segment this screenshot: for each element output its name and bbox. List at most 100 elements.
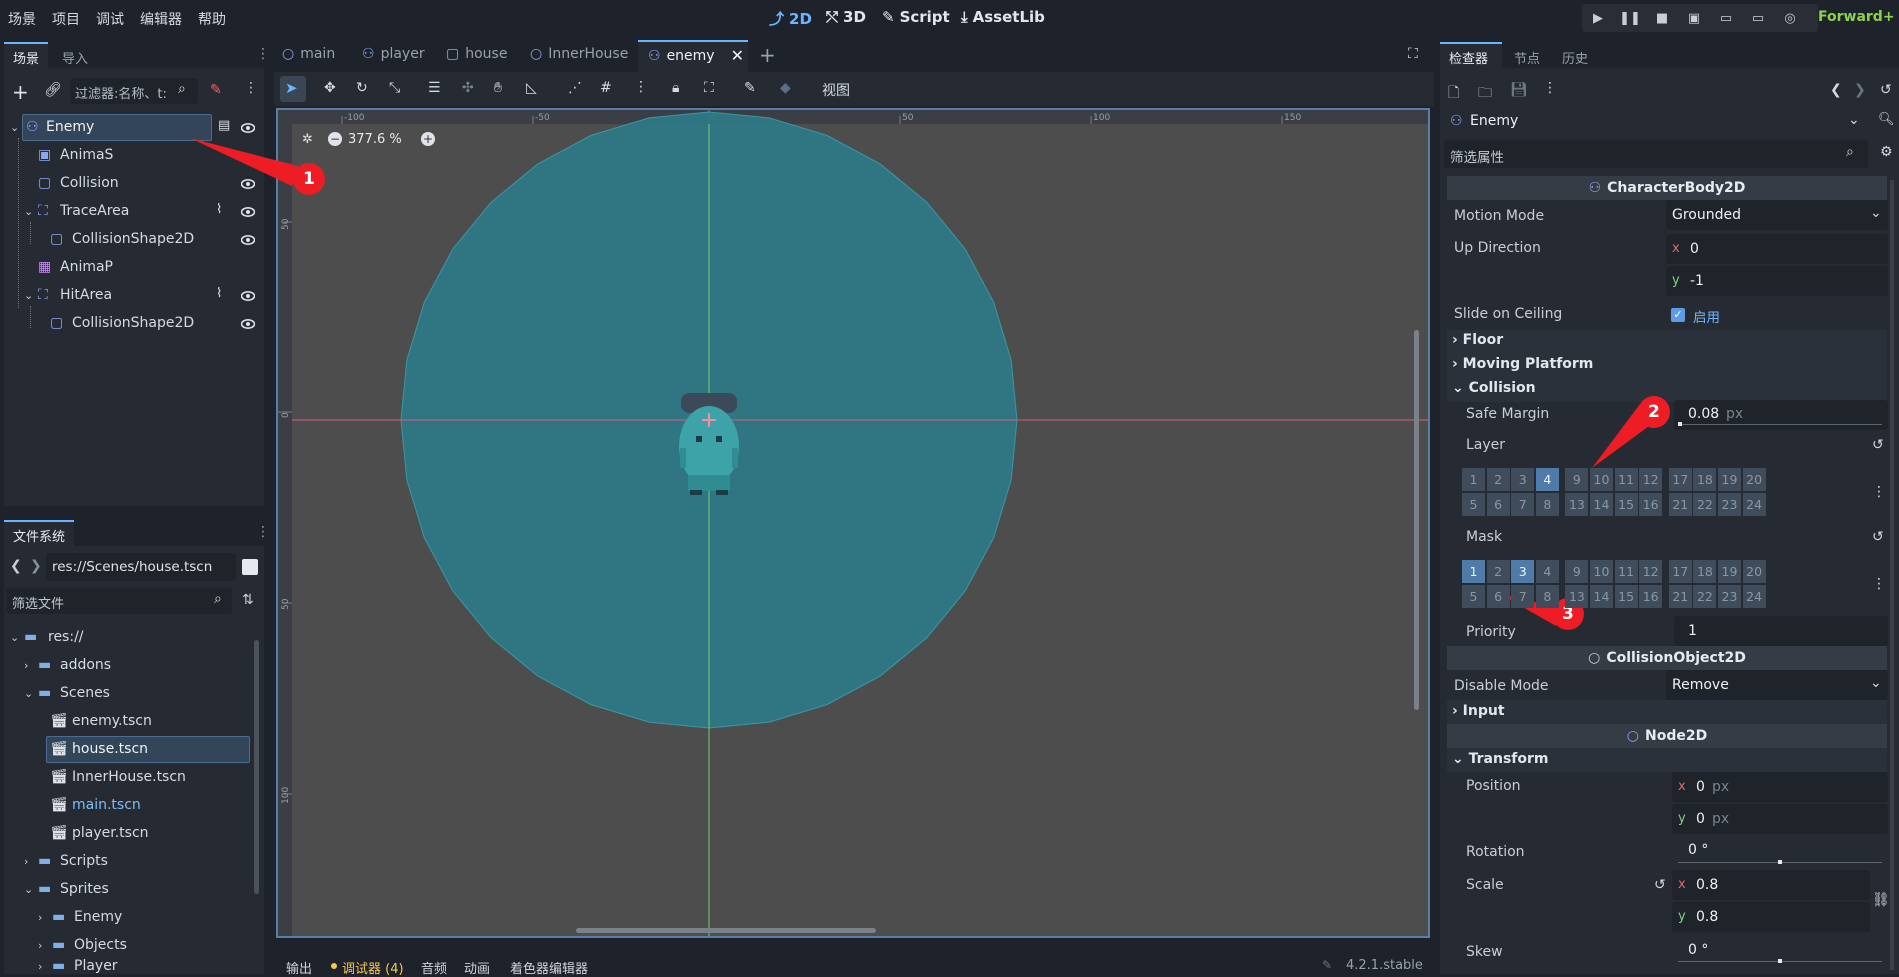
tab-debugger[interactable]: 调试器 (4) xyxy=(342,958,404,977)
layer-bit-19[interactable]: 19 xyxy=(1718,468,1741,491)
tree-node-animap[interactable]: ▦ AnimaP xyxy=(38,254,113,280)
tab-import[interactable]: 导入 xyxy=(62,48,88,67)
layer-bit-7[interactable]: 7 xyxy=(1511,493,1535,516)
signal-icon[interactable]: ⌇ xyxy=(216,286,222,301)
fs-item-main-tscn[interactable]: 🎬︎ main.tscn xyxy=(50,792,141,818)
scene-more-icon[interactable]: ⋮ xyxy=(244,80,258,96)
scene-tab-main[interactable]: ○ main xyxy=(282,46,335,62)
open-folder-icon[interactable]: 🗀︎ xyxy=(1478,82,1492,106)
workspace-3d-button[interactable]: ⤲ 3D xyxy=(826,8,866,26)
zoom-in-icon[interactable]: + xyxy=(421,132,435,146)
mask-bit-20[interactable]: 20 xyxy=(1742,560,1766,583)
fs-item-innerhouse-tscn[interactable]: 🎬︎ InnerHouse.tscn xyxy=(50,764,186,790)
mask-bit-12[interactable]: 12 xyxy=(1639,560,1663,583)
node-selector[interactable]: ⚇ Enemy ⌄ xyxy=(1444,108,1864,136)
layer-bit-9[interactable]: 9 xyxy=(1565,468,1589,491)
group-floor[interactable]: › Floor xyxy=(1452,332,1503,348)
play-custom-scene-icon[interactable]: ▭ xyxy=(1750,10,1766,26)
new-resource-icon[interactable]: 🗋︎ xyxy=(1448,82,1459,106)
layer-bit-6[interactable]: 6 xyxy=(1486,493,1510,516)
layer-bit-16[interactable]: 16 xyxy=(1639,493,1663,516)
camera-override-icon[interactable]: ◆ xyxy=(780,80,791,96)
up-direction-x-field[interactable]: x 0 xyxy=(1666,234,1888,264)
mask-bit-6[interactable]: 6 xyxy=(1486,585,1510,608)
scale-y-field[interactable]: y 0.8 xyxy=(1672,902,1870,932)
file-filter-field[interactable]: 筛选文件 ⌕ xyxy=(6,588,232,614)
scale-tool-icon[interactable]: ⤡ xyxy=(389,80,400,96)
tree-node-hitarea[interactable]: ⌄ ⛶ HitArea xyxy=(24,282,112,308)
layer-bit-12[interactable]: 12 xyxy=(1639,468,1663,491)
smart-snap-icon[interactable]: ⋰ xyxy=(568,80,582,96)
center-view-icon[interactable]: ✲ xyxy=(302,132,313,147)
zoom-level[interactable]: 377.6 % xyxy=(348,132,402,147)
close-icon[interactable]: ✕ xyxy=(731,46,744,65)
signal-icon[interactable]: ⌇ xyxy=(216,202,222,217)
layer-bit-1[interactable]: 1 xyxy=(1462,468,1485,491)
history-back-icon[interactable]: ❮ xyxy=(1830,82,1842,98)
mask-bit-18[interactable]: 18 xyxy=(1693,560,1717,583)
position-x-field[interactable]: x 0 px xyxy=(1672,772,1888,802)
visibility-eye-icon[interactable] xyxy=(241,121,255,135)
dock-menu-icon[interactable]: ⋮ xyxy=(256,46,270,62)
mask-bit-3[interactable]: 3 xyxy=(1511,560,1535,583)
bone-icon[interactable]: ✎ xyxy=(744,80,756,96)
tree-node-collisionshape2d[interactable]: ▢ CollisionShape2D xyxy=(50,226,194,252)
safe-margin-field[interactable]: 0.08 px xyxy=(1674,400,1888,430)
motion-mode-select[interactable]: Grounded ⌄ xyxy=(1666,200,1888,230)
tab-audio[interactable]: 音频 xyxy=(421,958,447,977)
tab-node[interactable]: 节点 xyxy=(1514,48,1540,67)
layer-bit-5[interactable]: 5 xyxy=(1462,493,1485,516)
mask-options-icon[interactable]: ⋮ xyxy=(1872,576,1886,592)
group-moving-platform[interactable]: › Moving Platform xyxy=(1452,356,1593,372)
fs-item-res[interactable]: ⌄ ▬ res:// xyxy=(10,624,84,650)
pan-tool-icon[interactable]: ✋︎ xyxy=(494,80,502,96)
tab-output[interactable]: 输出 xyxy=(286,958,312,977)
layer-bit-10[interactable]: 10 xyxy=(1590,468,1613,491)
property-options-icon[interactable]: ⚙︎ xyxy=(1880,144,1893,160)
scale-x-field[interactable]: x 0.8 xyxy=(1672,870,1870,900)
play-icon[interactable]: ▶ xyxy=(1590,10,1606,26)
group-transform[interactable]: ⌄ Transform xyxy=(1452,751,1548,767)
visibility-eye-icon[interactable] xyxy=(241,205,255,219)
fs-item-enemy-tscn[interactable]: 🎬︎ enemy.tscn xyxy=(50,708,152,734)
disable-mode-select[interactable]: Remove ⌄ xyxy=(1666,670,1888,700)
snap-options-icon[interactable]: ⋮ xyxy=(634,79,648,95)
rotate-tool-icon[interactable]: ↻ xyxy=(356,80,368,96)
history-forward-icon[interactable]: ❯ xyxy=(1854,82,1866,98)
pivot-tool-icon[interactable]: ✣ xyxy=(462,80,474,96)
priority-field[interactable]: 1 xyxy=(1674,616,1888,646)
layer-bit-13[interactable]: 13 xyxy=(1565,493,1589,516)
workspace-2d-button[interactable]: ⤴ 2D xyxy=(769,8,812,29)
tree-node-tracearea[interactable]: ⌄ ⛶ TraceArea xyxy=(24,198,129,224)
inspector-scrollbar[interactable] xyxy=(1890,180,1894,970)
vertical-scrollbar[interactable] xyxy=(1414,330,1419,710)
tab-shader-editor[interactable]: 着色器编辑器 xyxy=(510,958,588,977)
menu-scene[interactable]: 场景 xyxy=(8,9,36,29)
fs-item-sprites-enemy[interactable]: › ▬ Enemy xyxy=(38,904,122,930)
menu-help[interactable]: 帮助 xyxy=(198,9,226,29)
workspace-assetlib-button[interactable]: ⤓ AssetLib xyxy=(961,8,1045,26)
fs-item-house-tscn[interactable]: 🎬︎ house.tscn xyxy=(50,736,148,762)
property-filter-field[interactable]: 筛选属性 ⌕ xyxy=(1444,140,1868,168)
layer-bit-3[interactable]: 3 xyxy=(1511,468,1535,491)
tree-node-enemy[interactable]: ⌄ ⚇ Enemy xyxy=(10,114,94,140)
revert-icon[interactable]: ↺ xyxy=(1872,437,1884,453)
menu-project[interactable]: 项目 xyxy=(52,9,80,29)
layer-bit-23[interactable]: 23 xyxy=(1718,493,1741,516)
scrollbar[interactable] xyxy=(254,640,259,894)
fs-item-player[interactable]: › ▬ Player xyxy=(38,958,118,974)
layout-toggle-icon[interactable] xyxy=(242,559,258,575)
lock-icon[interactable]: 🔒︎ xyxy=(672,80,679,96)
layer-bit-11[interactable]: 11 xyxy=(1614,468,1638,491)
fullscreen-icon[interactable]: ⛶ xyxy=(1408,46,1418,62)
layer-bit-14[interactable]: 14 xyxy=(1590,493,1613,516)
renderer-select[interactable]: Forward+ xyxy=(1818,9,1895,25)
mask-bit-14[interactable]: 14 xyxy=(1590,585,1613,608)
mask-bit-10[interactable]: 10 xyxy=(1590,560,1613,583)
list-select-icon[interactable]: ☰ xyxy=(428,80,441,96)
layer-bit-2[interactable]: 2 xyxy=(1486,468,1510,491)
mask-bit-19[interactable]: 19 xyxy=(1718,560,1741,583)
back-icon[interactable]: ❮ xyxy=(10,558,22,574)
view-menu[interactable]: 视图 xyxy=(822,80,850,100)
mask-bit-8[interactable]: 8 xyxy=(1535,585,1559,608)
